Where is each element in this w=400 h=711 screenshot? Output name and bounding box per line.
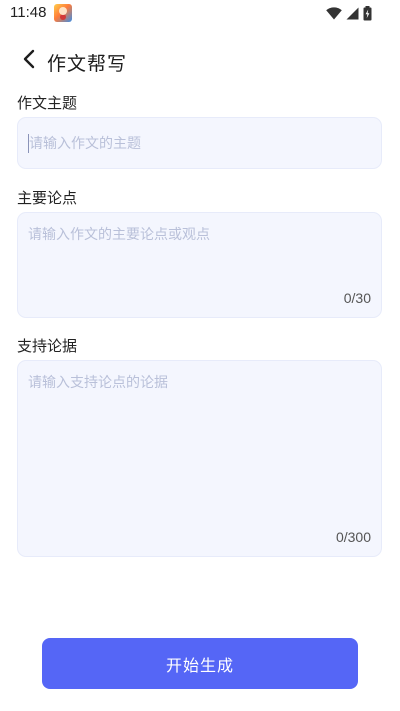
header: 作文帮写 [0,44,400,78]
main-points-char-count: 0/30 [343,290,371,306]
main-points-field[interactable]: 0/30 [17,212,382,318]
wifi-icon [326,6,342,20]
system-icons [326,5,372,21]
game-app-icon [54,4,72,22]
evidence-field[interactable]: 0/300 [17,360,382,557]
topic-input[interactable] [29,118,371,170]
evidence-char-count: 0/300 [335,529,371,545]
generate-button[interactable]: 开始生成 [42,638,358,689]
main-points-label: 主要论点 [17,189,78,207]
status-time: 11:48 [10,4,47,21]
evidence-label: 支持论据 [17,337,78,355]
topic-label: 作文主题 [17,94,78,112]
status-bar: 11:48 [0,0,400,28]
back-button[interactable] [16,48,42,74]
topic-field[interactable] [17,117,382,170]
page-title: 作文帮写 [47,53,128,75]
signal-icon [346,7,359,20]
evidence-textarea[interactable] [28,373,371,523]
battery-icon [363,5,372,21]
chevron-left-icon [22,49,36,73]
main-points-textarea[interactable] [28,225,371,285]
